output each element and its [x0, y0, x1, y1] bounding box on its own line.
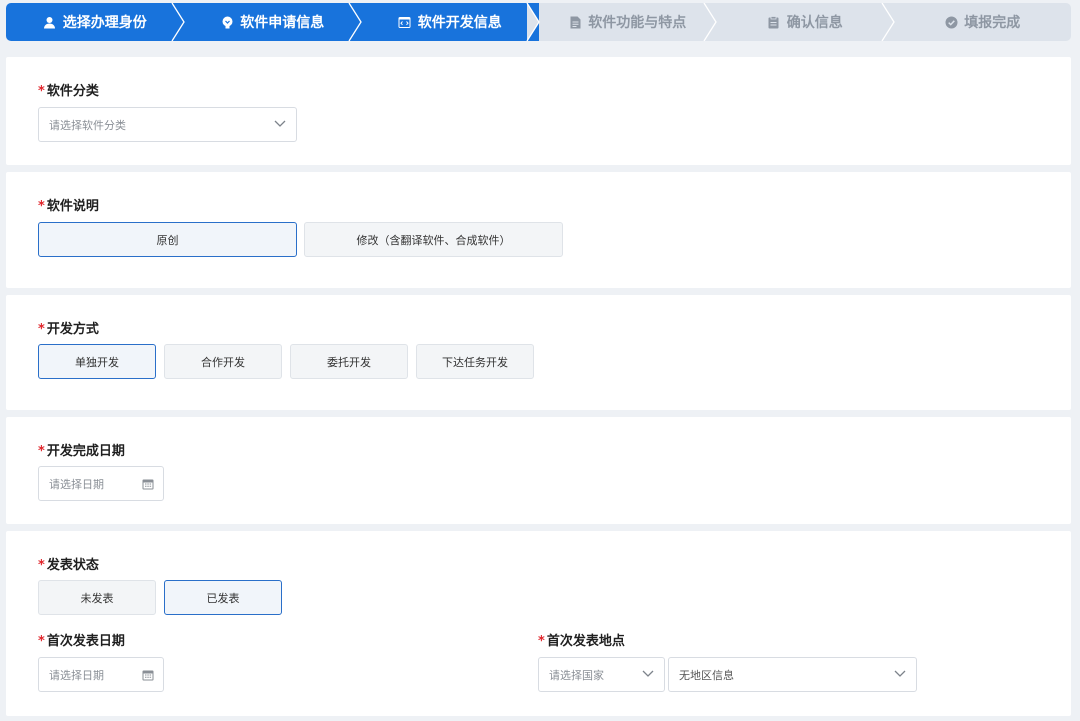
section-development-method: * 开发方式 单独开发 合作开发 委托开发 下达任务开发	[6, 295, 1071, 410]
description-option-original[interactable]: 原创	[38, 222, 297, 257]
step-software-application-info[interactable]: 软件申请信息	[183, 3, 362, 41]
step-select-identity[interactable]: 选择办理身份	[6, 3, 185, 41]
step-divider	[525, 3, 540, 41]
step-label: 软件功能与特点	[588, 15, 687, 31]
publish-option-unpublished[interactable]: 未发表	[38, 580, 156, 615]
description-option-modified[interactable]: 修改（含翻译软件、合成软件）	[304, 222, 563, 257]
chevron-down-icon	[274, 120, 286, 127]
step-software-development-info[interactable]: 软件开发信息	[361, 3, 540, 41]
dev-method-option-assigned-task[interactable]: 下达任务开发	[416, 344, 534, 379]
field-label: * 首次发表地点	[538, 634, 625, 649]
step-label: 确认信息	[786, 15, 843, 31]
dev-method-option-independent[interactable]: 单独开发	[38, 344, 156, 379]
step-divider	[880, 3, 895, 41]
section-software-description: * 软件说明 原创 修改（含翻译软件、合成软件）	[6, 172, 1071, 288]
section-publish-status: * 发表状态 未发表 已发表 * 首次发表日期 请选择日期 * 首次发表地点 请选择国…	[6, 531, 1071, 716]
check-circle-icon	[944, 15, 958, 29]
clipboard-icon	[767, 15, 781, 29]
step-finish[interactable]: 填报完成	[893, 3, 1071, 41]
step-label: 选择办理身份	[62, 15, 147, 31]
step-confirm-info[interactable]: 确认信息	[716, 3, 895, 41]
field-label: * 软件分类	[38, 84, 99, 99]
field-label: * 开发方式	[38, 322, 99, 337]
step-software-features[interactable]: 软件功能与特点	[538, 3, 717, 41]
dev-method-option-commissioned[interactable]: 委托开发	[290, 344, 408, 379]
first-publish-date-picker[interactable]: 请选择日期	[38, 657, 164, 692]
field-label: * 软件说明	[38, 199, 99, 214]
step-label: 软件开发信息	[417, 15, 502, 31]
section-software-category: * 软件分类 请选择软件分类	[6, 57, 1071, 165]
step-label: 填报完成	[964, 15, 1021, 31]
country-select[interactable]: 请选择国家	[538, 657, 665, 692]
calendar-icon	[142, 670, 154, 681]
field-label: * 首次发表日期	[38, 634, 125, 649]
chevron-down-icon	[894, 670, 906, 677]
step-divider	[170, 3, 185, 41]
user-icon	[43, 15, 57, 29]
field-label: * 开发完成日期	[38, 444, 125, 459]
field-label: * 发表状态	[38, 558, 99, 573]
document-icon	[568, 15, 582, 29]
progress-steps: 选择办理身份 软件申请信息 软件开发信息 软件功能与特点 确认信息 填报完成	[6, 3, 1071, 41]
section-completion-date: * 开发完成日期 请选择日期	[6, 417, 1071, 524]
step-divider	[703, 3, 717, 41]
step-divider	[348, 3, 362, 41]
completion-date-picker[interactable]: 请选择日期	[38, 466, 164, 501]
lightbulb-icon	[220, 15, 234, 29]
region-select[interactable]: 无地区信息	[668, 657, 917, 692]
dev-method-option-cooperative[interactable]: 合作开发	[164, 344, 282, 379]
publish-option-published[interactable]: 已发表	[164, 580, 282, 615]
chevron-down-icon	[642, 670, 654, 677]
calendar-icon	[142, 479, 154, 490]
software-category-select[interactable]: 请选择软件分类	[38, 107, 297, 142]
step-label: 软件申请信息	[240, 15, 325, 31]
code-window-icon	[398, 15, 412, 29]
